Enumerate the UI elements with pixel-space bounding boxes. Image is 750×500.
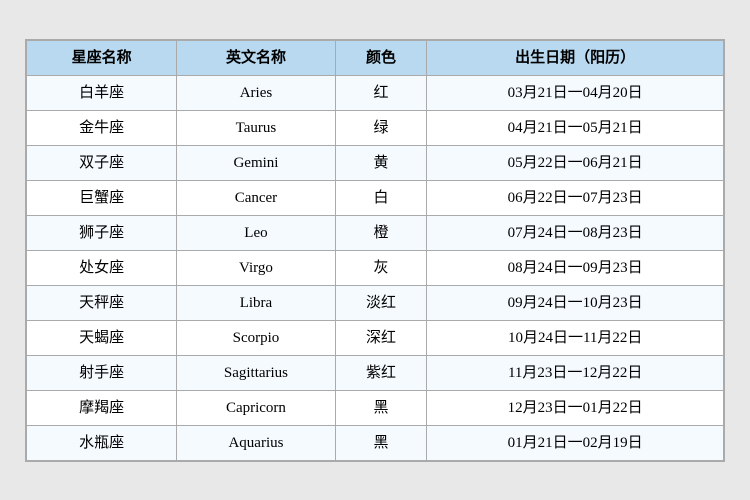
cell-date: 06月22日一07月23日	[427, 180, 724, 215]
cell-color: 橙	[335, 215, 427, 250]
table-row: 水瓶座Aquarius黑01月21日一02月19日	[27, 425, 724, 460]
table-row: 白羊座Aries红03月21日一04月20日	[27, 75, 724, 110]
cell-date: 01月21日一02月19日	[427, 425, 724, 460]
cell-english-name: Cancer	[177, 180, 335, 215]
table-row: 处女座Virgo灰08月24日一09月23日	[27, 250, 724, 285]
cell-color: 黄	[335, 145, 427, 180]
table-row: 双子座Gemini黄05月22日一06月21日	[27, 145, 724, 180]
cell-color: 灰	[335, 250, 427, 285]
cell-english-name: Aries	[177, 75, 335, 110]
table-row: 摩羯座Capricorn黑12月23日一01月22日	[27, 390, 724, 425]
cell-date: 12月23日一01月22日	[427, 390, 724, 425]
header-date: 出生日期（阳历）	[427, 40, 724, 75]
cell-color: 黑	[335, 425, 427, 460]
table-row: 金牛座Taurus绿04月21日一05月21日	[27, 110, 724, 145]
zodiac-table: 星座名称 英文名称 颜色 出生日期（阳历） 白羊座Aries红03月21日一04…	[26, 40, 724, 461]
table-row: 狮子座Leo橙07月24日一08月23日	[27, 215, 724, 250]
cell-color: 淡红	[335, 285, 427, 320]
cell-color: 紫红	[335, 355, 427, 390]
table-row: 天蝎座Scorpio深红10月24日一11月22日	[27, 320, 724, 355]
cell-english-name: Gemini	[177, 145, 335, 180]
cell-english-name: Leo	[177, 215, 335, 250]
cell-color: 深红	[335, 320, 427, 355]
cell-color: 绿	[335, 110, 427, 145]
cell-date: 08月24日一09月23日	[427, 250, 724, 285]
cell-date: 05月22日一06月21日	[427, 145, 724, 180]
cell-english-name: Aquarius	[177, 425, 335, 460]
cell-english-name: Capricorn	[177, 390, 335, 425]
cell-english-name: Virgo	[177, 250, 335, 285]
cell-date: 09月24日一10月23日	[427, 285, 724, 320]
cell-date: 03月21日一04月20日	[427, 75, 724, 110]
table-header-row: 星座名称 英文名称 颜色 出生日期（阳历）	[27, 40, 724, 75]
table-body: 白羊座Aries红03月21日一04月20日金牛座Taurus绿04月21日一0…	[27, 75, 724, 460]
cell-chinese-name: 巨蟹座	[27, 180, 177, 215]
cell-date: 10月24日一11月22日	[427, 320, 724, 355]
cell-chinese-name: 处女座	[27, 250, 177, 285]
cell-english-name: Taurus	[177, 110, 335, 145]
header-color: 颜色	[335, 40, 427, 75]
cell-chinese-name: 天蝎座	[27, 320, 177, 355]
cell-chinese-name: 射手座	[27, 355, 177, 390]
cell-color: 黑	[335, 390, 427, 425]
zodiac-table-container: 星座名称 英文名称 颜色 出生日期（阳历） 白羊座Aries红03月21日一04…	[25, 39, 725, 462]
cell-english-name: Sagittarius	[177, 355, 335, 390]
table-row: 射手座Sagittarius紫红11月23日一12月22日	[27, 355, 724, 390]
cell-chinese-name: 摩羯座	[27, 390, 177, 425]
cell-chinese-name: 双子座	[27, 145, 177, 180]
cell-date: 07月24日一08月23日	[427, 215, 724, 250]
cell-color: 白	[335, 180, 427, 215]
cell-chinese-name: 白羊座	[27, 75, 177, 110]
cell-chinese-name: 金牛座	[27, 110, 177, 145]
cell-color: 红	[335, 75, 427, 110]
header-chinese-name: 星座名称	[27, 40, 177, 75]
table-row: 天秤座Libra淡红09月24日一10月23日	[27, 285, 724, 320]
cell-date: 11月23日一12月22日	[427, 355, 724, 390]
header-english-name: 英文名称	[177, 40, 335, 75]
cell-chinese-name: 狮子座	[27, 215, 177, 250]
cell-date: 04月21日一05月21日	[427, 110, 724, 145]
table-row: 巨蟹座Cancer白06月22日一07月23日	[27, 180, 724, 215]
cell-chinese-name: 天秤座	[27, 285, 177, 320]
cell-english-name: Scorpio	[177, 320, 335, 355]
cell-chinese-name: 水瓶座	[27, 425, 177, 460]
cell-english-name: Libra	[177, 285, 335, 320]
